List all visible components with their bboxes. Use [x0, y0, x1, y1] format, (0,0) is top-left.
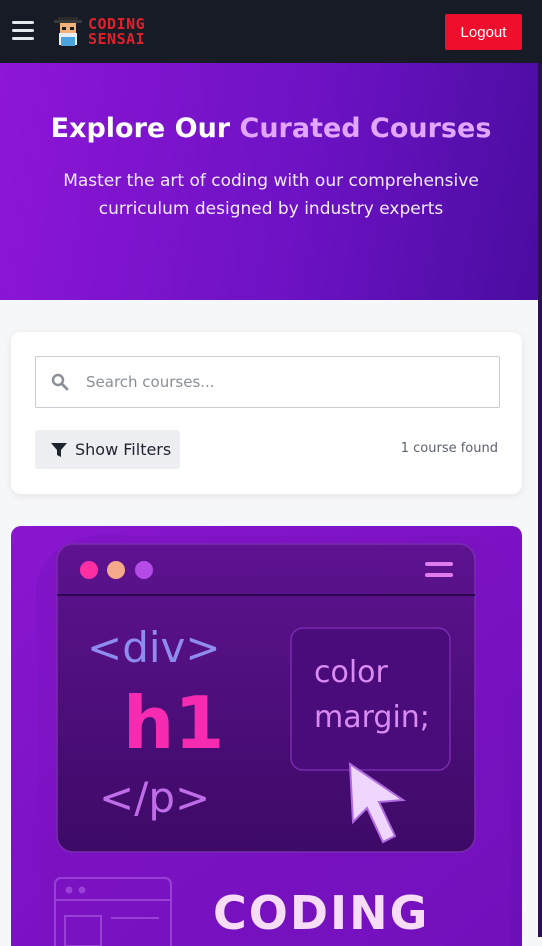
title-accent: Curated Courses [239, 113, 492, 144]
course-thumbnail-image: <div> h1 </p> color margin; CODING [11, 526, 522, 946]
window-dot-peach [107, 561, 125, 579]
code-tag-h1: h1 [123, 681, 224, 765]
results-count: 1 course found [400, 441, 498, 456]
hamburger-menu-icon[interactable] [12, 21, 34, 41]
title-main: Explore Our [50, 113, 240, 144]
window-dot-purple [135, 561, 153, 579]
show-filters-label: Show Filters [75, 440, 172, 459]
hero-banner: Explore Our Curated Courses Master the a… [0, 63, 542, 300]
search-card: Show Filters 1 course found [11, 332, 522, 494]
window-dot-pink [80, 561, 98, 579]
code-tag-div: <div> [87, 623, 221, 672]
search-box[interactable] [35, 356, 500, 408]
search-input[interactable] [84, 357, 488, 407]
css-line-color: color [314, 655, 389, 690]
logo-text-line2: SENSAI [88, 30, 146, 48]
course-card[interactable]: <div> h1 </p> color margin; CODING [11, 526, 522, 946]
filter-funnel-icon [51, 442, 67, 457]
course-banner-text: CODING [213, 886, 429, 940]
hero-subtitle: Master the art of coding with our compre… [63, 171, 479, 219]
code-tag-close-p: </p> [99, 773, 210, 822]
logo[interactable]: CODING SENSAI [52, 14, 145, 50]
sensei-mascot-icon [54, 17, 82, 46]
search-icon [51, 373, 69, 391]
show-filters-button[interactable]: Show Filters [35, 430, 180, 469]
logout-button[interactable]: Logout [445, 14, 522, 50]
top-navbar: CODING SENSAI Logout [0, 0, 542, 63]
page-title: Explore Our Curated Courses [0, 113, 542, 144]
page-edge-divider [538, 63, 542, 937]
css-line-margin: margin; [314, 700, 430, 735]
